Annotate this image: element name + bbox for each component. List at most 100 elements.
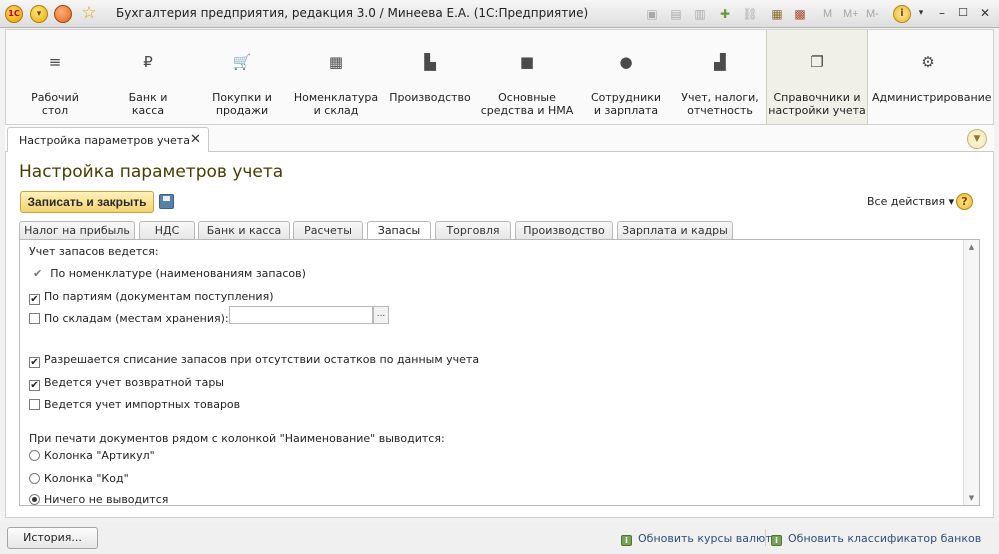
tab-bank-cash[interactable]: Банк и касса: [198, 221, 290, 239]
radio-nothing[interactable]: [29, 494, 40, 505]
radio-code[interactable]: [29, 473, 40, 484]
section-production[interactable]: ▙ Производство: [384, 30, 476, 124]
save-disk-icon[interactable]: [159, 194, 174, 209]
imported-goods-checkbox[interactable]: [29, 399, 40, 410]
documents-icon: ❐: [810, 53, 824, 71]
section-label: Номенклатура и склад: [293, 91, 379, 117]
link-icon[interactable]: ⛓: [741, 5, 759, 23]
by-warehouses-label: По складам (местам хранения):: [44, 312, 229, 325]
truck-icon: ■: [519, 53, 535, 71]
section-references-settings[interactable]: ❐ Справочники и настройки учета: [766, 30, 868, 124]
calculator-icon[interactable]: ▦: [768, 5, 786, 23]
tab-production[interactable]: Производство: [515, 221, 613, 239]
section-label: Рабочий стол: [31, 91, 79, 117]
section-accounting-reports[interactable]: ▟ Учет, налоги, отчетность: [674, 30, 766, 124]
tab-profit-tax[interactable]: Налог на прибыль: [19, 221, 135, 239]
inventory-panel: Учет запасов ведется: ✔ По номенклатуре (…: [19, 239, 980, 506]
radio-nothing-row[interactable]: Ничего не выводится: [29, 493, 168, 506]
allow-writeoff-checkbox[interactable]: ✔: [29, 357, 40, 368]
info-icon: i: [621, 535, 632, 546]
save-and-close-button[interactable]: Записать и закрыть: [20, 191, 154, 213]
person-icon: ●: [619, 53, 633, 71]
favorites-star-icon[interactable]: ☆: [80, 4, 98, 22]
allow-writeoff-row[interactable]: ✔ Разрешается списание запасов при отсутс…: [29, 353, 479, 368]
section-label: Покупки и продажи: [212, 91, 272, 117]
by-batches-checkbox[interactable]: ✔: [29, 294, 40, 305]
info-icon[interactable]: i: [893, 5, 911, 23]
update-banks-label: Обновить классификатор банков: [788, 532, 982, 545]
all-actions-menu[interactable]: Все действия ▾: [867, 195, 954, 208]
section-purchases-sales[interactable]: 🛒 Покупки и продажи: [196, 30, 288, 124]
section-label: Учет, налоги, отчетность: [681, 91, 759, 117]
by-warehouses-row[interactable]: По складам (местам хранения):: [29, 312, 229, 325]
home-icon[interactable]: [54, 5, 72, 23]
tab-trade[interactable]: Торговля: [435, 221, 511, 239]
allow-writeoff-label: Разрешается списание запасов при отсутст…: [44, 353, 480, 366]
chevron-down-icon[interactable]: ▼: [967, 129, 987, 149]
scroll-down-icon[interactable]: ▼: [964, 491, 979, 505]
tab-vat[interactable]: НДС: [139, 221, 195, 239]
section-desktop[interactable]: ≡ Рабочий стол: [12, 30, 98, 124]
favorite-add-icon[interactable]: ✚: [716, 5, 734, 23]
ruble-icon: ₽: [143, 53, 153, 71]
scroll-up-icon[interactable]: ▲: [964, 240, 979, 254]
radio-article-label: Колонка "Артикул": [44, 449, 155, 462]
memory-plus-button[interactable]: M+: [843, 5, 859, 23]
section-nomenclature[interactable]: ▦ Номенклатура и склад: [292, 30, 380, 124]
print-toolbar-icon[interactable]: ▤: [667, 5, 685, 23]
radio-code-row[interactable]: Колонка "Код": [29, 472, 129, 485]
section-administration[interactable]: ⚙ Администрирование: [872, 30, 992, 124]
memory-m-button[interactable]: M: [823, 5, 832, 23]
main-menu-icon[interactable]: ▾: [30, 5, 48, 23]
tab-salary-hr[interactable]: Зарплата и кадры: [617, 221, 733, 239]
info-dropdown-icon[interactable]: ▾: [913, 6, 929, 20]
warehouse-select-button[interactable]: ...: [373, 306, 389, 324]
memory-minus-button[interactable]: M-: [866, 5, 879, 23]
returnable-packaging-row[interactable]: ✔ Ведется учет возвратной тары: [29, 376, 224, 391]
section-fixed-assets[interactable]: ■ Основные средства и НМА: [480, 30, 574, 124]
section-employees[interactable]: ● Сотрудники и зарплата: [580, 30, 672, 124]
section-label: Справочники и настройки учета: [768, 91, 866, 117]
update-currency-link[interactable]: i Обновить курсы валют: [621, 532, 772, 546]
update-banks-link[interactable]: i Обновить классификатор банков: [771, 532, 981, 546]
by-batches-label: По партиям (документам поступления): [44, 290, 274, 303]
minimize-button[interactable]: –: [934, 6, 950, 20]
warehouse-field[interactable]: [229, 306, 373, 324]
maximize-button[interactable]: ☐: [955, 6, 971, 20]
vertical-scrollbar[interactable]: ▲ ▼: [963, 240, 979, 505]
imported-goods-row[interactable]: Ведется учет импортных товаров: [29, 398, 240, 411]
factory-icon: ▙: [424, 53, 436, 71]
radio-article-row[interactable]: Колонка "Артикул": [29, 449, 155, 462]
grid-icon: ▦: [328, 53, 344, 71]
cart-icon: 🛒: [232, 53, 252, 71]
gear-icon: ⚙: [921, 53, 935, 71]
tab-inventory[interactable]: Запасы: [367, 221, 431, 240]
app-logo-icon[interactable]: 1С: [5, 5, 23, 23]
window-title: Бухгалтерия предприятия, редакция 3.0 / …: [116, 6, 589, 20]
open-windows-strip: Настройка параметров учета ✕ ▼: [5, 125, 994, 152]
sections-panel: ≡ Рабочий стол ₽ Банк и касса 🛒 Покупки ип…: [5, 29, 994, 125]
history-button[interactable]: История...: [7, 527, 98, 549]
desktop-icon: ≡: [48, 53, 62, 71]
open-tab-settings[interactable]: Настройка параметров учета ✕: [7, 127, 209, 152]
tab-settlements[interactable]: Расчеты: [293, 221, 363, 239]
save-toolbar-icon[interactable]: ▣: [643, 5, 661, 23]
close-window-button[interactable]: ✕: [977, 6, 993, 20]
calendar-icon[interactable]: ▩: [791, 5, 809, 23]
by-batches-row[interactable]: ✔ По партиям (документам поступления): [29, 290, 274, 305]
by-nomenclature-label: По номенклатуре (наименованиям запасов): [50, 267, 306, 280]
radio-article[interactable]: [29, 450, 40, 461]
close-icon[interactable]: ✕: [190, 132, 201, 147]
returnable-packaging-label: Ведется учет возвратной тары: [44, 376, 224, 389]
returnable-packaging-checkbox[interactable]: ✔: [29, 380, 40, 391]
help-icon[interactable]: ?: [956, 193, 973, 210]
open-tab-label: Настройка параметров учета: [19, 134, 190, 147]
section-bank-cash[interactable]: ₽ Банк и касса: [104, 30, 192, 124]
by-warehouses-checkbox[interactable]: [29, 313, 40, 324]
preview-toolbar-icon[interactable]: ▥: [691, 5, 709, 23]
by-nomenclature-row: ✔ По номенклатуре (наименованиям запасов): [29, 267, 306, 280]
radio-code-label: Колонка "Код": [44, 472, 129, 485]
check-icon: ✔: [33, 267, 43, 280]
page-title: Настройка параметров учета: [19, 162, 284, 182]
section-label: Основные средства и НМА: [480, 91, 574, 117]
